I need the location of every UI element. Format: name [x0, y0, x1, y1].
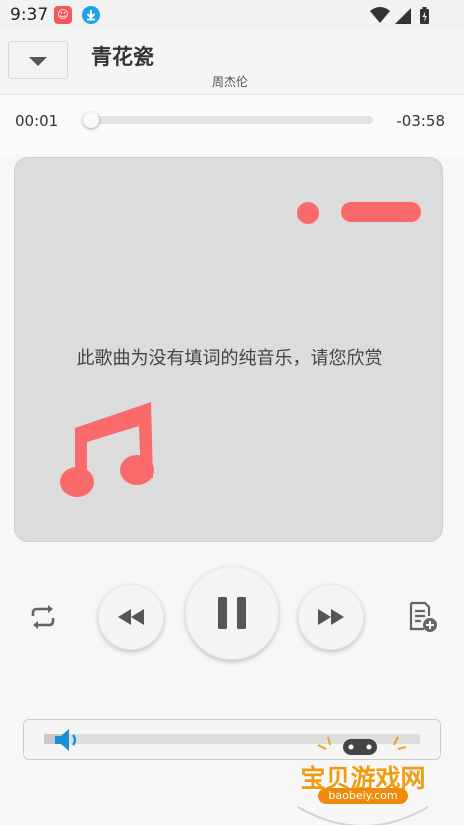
add-to-playlist-button[interactable] [405, 600, 439, 634]
remaining-time: -03:58 [396, 112, 445, 130]
chevron-down-icon [29, 57, 47, 66]
progress-area: 00:01 -03:58 [0, 95, 464, 155]
collapse-button[interactable] [8, 41, 68, 79]
previous-button[interactable] [98, 584, 164, 650]
status-time: 9:37 [10, 5, 49, 25]
decorative-dash [341, 202, 421, 222]
watermark-url: baobeiy.com [318, 788, 408, 804]
current-time: 00:01 [15, 112, 59, 130]
progress-thumb[interactable] [83, 112, 100, 128]
wifi-icon [370, 7, 390, 23]
signal-icon [395, 8, 411, 24]
player-header: 青花瓷 周杰伦 [0, 30, 464, 95]
repeat-button[interactable] [26, 600, 60, 634]
next-button[interactable] [298, 584, 364, 650]
lyric-message: 此歌曲为没有填词的纯音乐，请您欣赏 [76, 348, 383, 369]
decorative-dot [297, 202, 319, 224]
fast-forward-icon [318, 609, 344, 625]
repeat-icon [31, 605, 55, 629]
song-artist: 周杰伦 [212, 75, 249, 89]
progress-slider[interactable] [83, 112, 373, 128]
add-to-playlist-icon [409, 601, 437, 632]
rewind-icon [118, 609, 144, 625]
music-note-icon [60, 402, 154, 497]
download-icon [82, 6, 100, 24]
battery-icon [420, 7, 429, 24]
song-title: 青花瓷 [91, 45, 154, 69]
lyrics-panel: 此歌曲为没有填词的纯音乐，请您欣赏 [14, 157, 443, 542]
status-bar: 9:37 ☺ [0, 0, 464, 30]
pause-button[interactable] [185, 566, 279, 660]
app-notification-icon: ☺ [54, 6, 72, 24]
watermark-logo: 宝贝游戏网 baobeiy.com [288, 733, 438, 825]
speaker-icon[interactable] [52, 726, 82, 754]
pause-icon [218, 597, 246, 629]
